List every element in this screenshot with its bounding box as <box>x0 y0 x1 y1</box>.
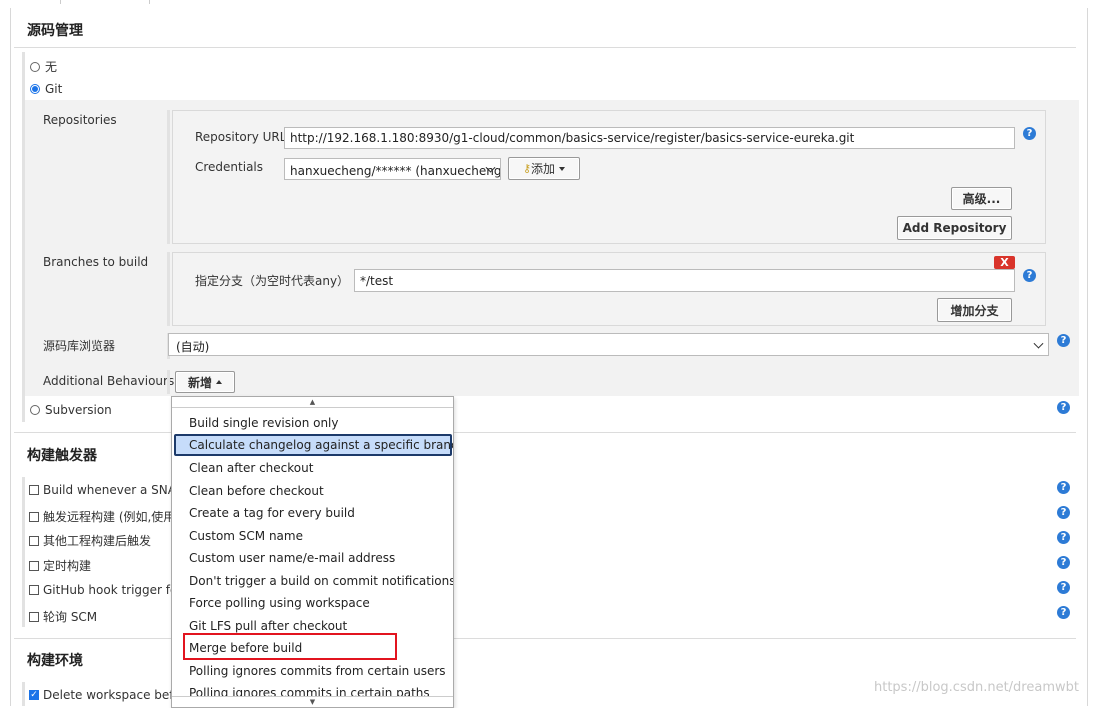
menu-item[interactable]: Polling ignores commits from certain use… <box>174 660 452 681</box>
trigger-item[interactable]: 定时构建 <box>29 557 91 574</box>
radio-subversion[interactable] <box>30 405 40 415</box>
checkbox[interactable] <box>29 560 39 571</box>
scm-section-title: 源码管理 <box>27 23 83 39</box>
branches-bar <box>167 252 170 326</box>
trigger-item[interactable]: 其他工程构建后触发 <box>29 532 151 549</box>
key-icon: ⚷ <box>522 162 532 175</box>
checkbox[interactable] <box>29 535 39 546</box>
repositories-bar <box>167 110 170 244</box>
menu-item[interactable]: Create a tag for every build <box>174 502 452 523</box>
help-icon[interactable]: ? <box>1057 506 1070 519</box>
checkbox[interactable] <box>29 690 39 700</box>
checkbox[interactable] <box>29 585 39 595</box>
radio-git[interactable] <box>30 84 40 94</box>
trigger-item[interactable]: GitHub hook trigger for ( <box>29 583 191 597</box>
trigger-item[interactable]: 轮询 SCM <box>29 608 97 625</box>
help-icon[interactable]: ? <box>1023 269 1036 282</box>
credentials-label: Credentials <box>195 160 264 174</box>
divider <box>14 47 1076 48</box>
menu-item[interactable]: Don't trigger a build on commit notifica… <box>174 570 453 591</box>
menu-item-highlighted[interactable]: Calculate changelog against a specific b… <box>174 434 453 456</box>
help-icon[interactable]: ? <box>1057 334 1070 347</box>
scm-option-none[interactable]: 无 <box>30 58 57 75</box>
annotation-box <box>183 633 397 660</box>
delete-branch-button[interactable]: X <box>994 256 1015 269</box>
menu-item[interactable]: Build single revision only <box>174 412 452 433</box>
delete-workspace-option[interactable]: Delete workspace before <box>29 688 193 702</box>
help-icon[interactable]: ? <box>1057 481 1070 494</box>
add-credentials-button[interactable]: ⚷ 添加 <box>508 157 580 180</box>
caret-up-icon <box>216 380 222 384</box>
checkbox[interactable] <box>29 511 39 522</box>
checkbox[interactable] <box>29 611 39 622</box>
menu-item[interactable]: Custom SCM name <box>174 525 452 546</box>
checkbox[interactable] <box>29 485 39 495</box>
help-icon[interactable]: ? <box>1023 127 1036 140</box>
radio-none[interactable] <box>30 61 40 72</box>
scroll-up-icon[interactable]: ▲ <box>172 397 453 408</box>
menu-item[interactable]: Clean before checkout <box>174 480 452 501</box>
additional-behaviours-label: Additional Behaviours <box>43 374 175 388</box>
scroll-down-icon[interactable]: ▼ <box>172 696 453 707</box>
advanced-button[interactable]: 高级... <box>951 187 1012 210</box>
env-section-title: 构建环境 <box>27 653 83 669</box>
add-behaviour-button[interactable]: 新增 <box>175 371 235 393</box>
trigger-item[interactable]: Build whenever a SNAPS <box>29 483 191 497</box>
repo-url-label: Repository URL <box>195 130 287 144</box>
repo-browser-label: 源码库浏览器 <box>43 339 116 353</box>
menu-item[interactable]: Custom user name/e-mail address <box>174 547 452 568</box>
repositories-label: Repositories <box>43 113 117 127</box>
add-branch-button[interactable]: 增加分支 <box>937 298 1012 322</box>
triggers-indent-bar <box>22 477 25 627</box>
help-icon[interactable]: ? <box>1057 401 1070 414</box>
trigger-item[interactable]: 触发远程构建 (例如,使用 <box>29 508 175 525</box>
add-repository-button[interactable]: Add Repository <box>897 216 1012 240</box>
env-indent-bar <box>22 682 25 706</box>
scm-option-subversion[interactable]: Subversion <box>30 403 112 417</box>
caret-down-icon <box>559 166 566 171</box>
menu-item[interactable]: Force polling using workspace <box>174 592 452 613</box>
menu-item[interactable]: Clean after checkout <box>174 457 452 478</box>
help-icon[interactable]: ? <box>1057 556 1070 569</box>
branch-specifier-label: 指定分支（为空时代表any） <box>195 274 350 288</box>
behaviours-bar <box>167 370 170 394</box>
branches-label: Branches to build <box>43 255 149 269</box>
scm-option-git[interactable]: Git <box>30 82 62 96</box>
credentials-select[interactable]: hanxuecheng/****** (hanxuecheng) <box>284 158 501 180</box>
help-icon[interactable]: ? <box>1057 581 1070 594</box>
repo-url-input[interactable]: http://192.168.1.180:8930/g1-cloud/commo… <box>284 127 1015 149</box>
behaviours-dropdown: ▲ Build single revision only Calculate c… <box>171 396 454 708</box>
branch-specifier-input[interactable]: */test <box>354 269 1015 292</box>
triggers-section-title: 构建触发器 <box>27 448 97 464</box>
chevron-down-icon <box>1033 338 1044 349</box>
tab-edge <box>60 0 150 4</box>
repo-browser-select[interactable]: (自动) <box>168 333 1049 356</box>
help-icon[interactable]: ? <box>1057 606 1070 619</box>
watermark: https://blog.csdn.net/dreamwbt <box>874 680 1079 695</box>
help-icon[interactable]: ? <box>1057 531 1070 544</box>
